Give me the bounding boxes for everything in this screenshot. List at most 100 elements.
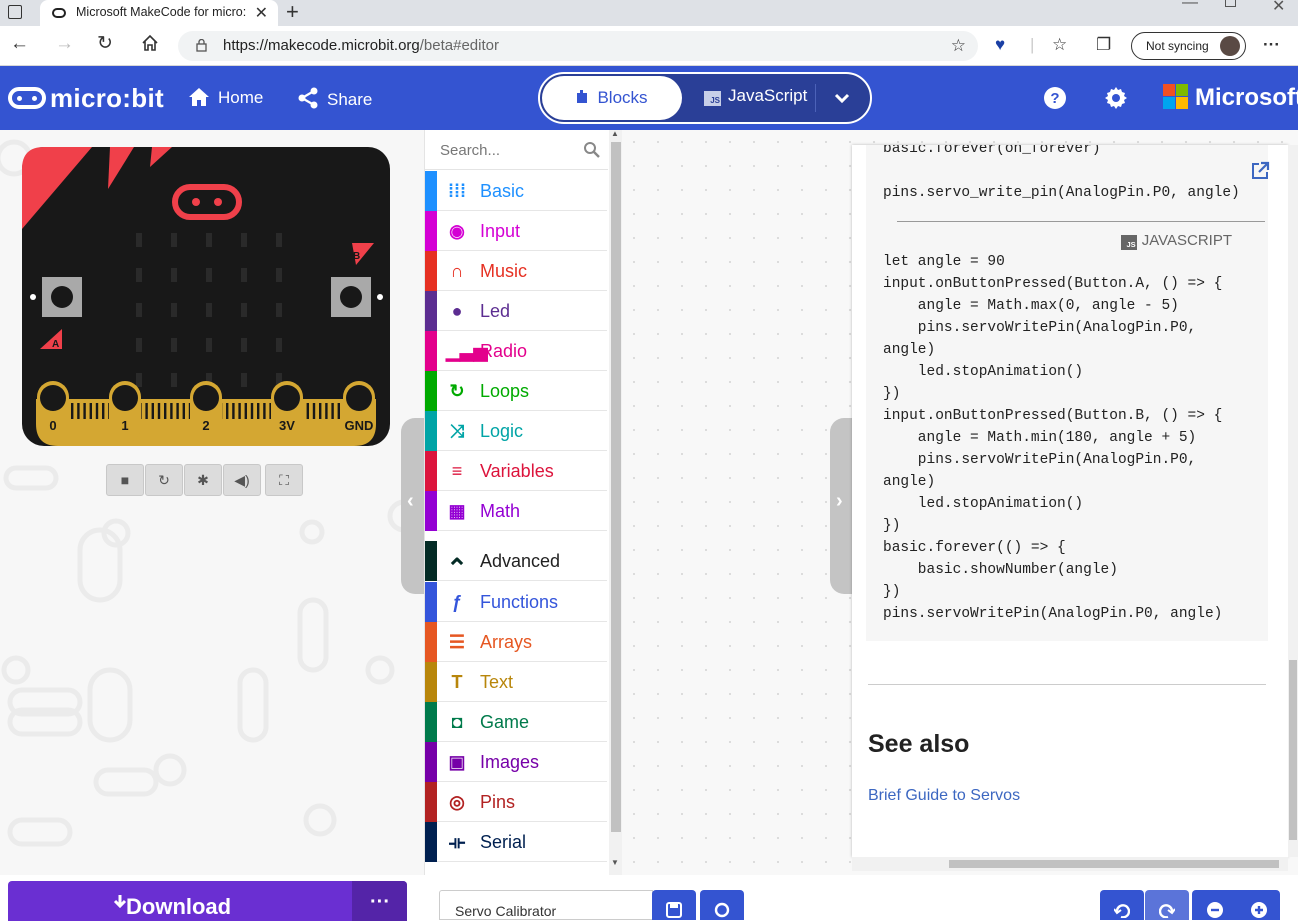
home-icon: [189, 88, 209, 106]
home-button[interactable]: Home: [188, 87, 263, 108]
toolbox-category-led[interactable]: ● Led: [425, 291, 607, 331]
category-label: Pins: [480, 792, 516, 812]
zoom-out-icon[interactable]: [1206, 901, 1224, 919]
window-menu-icon[interactable]: [8, 5, 22, 19]
gear-icon[interactable]: [1104, 86, 1128, 110]
toolbox-category-functions[interactable]: ƒ Functions: [425, 582, 607, 622]
add-favorite-icon[interactable]: ☆: [951, 36, 966, 56]
toolbox-category-game[interactable]: ◘ Game: [425, 702, 607, 742]
category-color-bar: [425, 171, 437, 211]
javascript-tab[interactable]: JS JavaScript: [704, 86, 807, 106]
pin-hole: [40, 385, 66, 411]
grid-icon: ⁞⁞⁞: [448, 181, 466, 201]
redo-button[interactable]: [1145, 890, 1189, 920]
help-icon[interactable]: ?: [1043, 86, 1067, 110]
save-button[interactable]: [652, 890, 696, 920]
expand-help-button[interactable]: ›: [830, 418, 854, 594]
toolbox-scrollbar[interactable]: ▲ ▼: [609, 129, 623, 875]
toolbox-category-basic[interactable]: ⁞⁞⁞ Basic: [425, 171, 607, 211]
help-vertical-scrollbar[interactable]: [1288, 145, 1298, 857]
toolbox-category-music[interactable]: ∩ Music: [425, 251, 607, 291]
led: [241, 303, 247, 317]
scroll-down-icon[interactable]: ▼: [611, 858, 619, 867]
servo-guide-link[interactable]: Brief Guide to Servos: [868, 787, 1020, 805]
back-icon[interactable]: ←: [10, 34, 29, 54]
microbit-board[interactable]: A B 0 1 2 3V GND: [22, 147, 390, 446]
scroll-up-icon[interactable]: ▲: [611, 129, 619, 138]
target-icon: ◉: [449, 221, 465, 241]
connector-tooth: [331, 403, 334, 419]
javascript-label: JS JAVASCRIPT: [1120, 232, 1232, 250]
speaker-icon: ◀): [234, 472, 250, 488]
window-close-icon[interactable]: ✕: [1272, 0, 1285, 16]
mute-button[interactable]: ◀): [223, 464, 261, 496]
project-name-input[interactable]: Servo Calibrator: [439, 890, 653, 920]
ms-square-green: [1176, 84, 1188, 96]
scrollbar-thumb[interactable]: [949, 860, 1279, 868]
toolbox-category-variables[interactable]: ≡ Variables: [425, 451, 607, 491]
toolbox-search-input[interactable]: Search...: [425, 130, 608, 170]
chevron-right-icon: ›: [836, 490, 843, 512]
zoom-in-icon[interactable]: [1250, 901, 1268, 919]
maximize-icon[interactable]: [1225, 0, 1236, 7]
undo-button[interactable]: [1100, 890, 1144, 920]
download-button[interactable]: Download ···: [8, 881, 407, 921]
led: [206, 303, 212, 317]
favorites-icon[interactable]: ☆: [1052, 35, 1067, 55]
code-line: let angle = 90: [883, 254, 1005, 270]
help-horizontal-scrollbar[interactable]: [852, 857, 1288, 871]
more-options-icon[interactable]: ···: [1263, 35, 1280, 55]
close-tab-icon[interactable]: ✕: [255, 3, 268, 23]
toolbox-category-arrays[interactable]: ☰ Arrays: [425, 622, 607, 662]
toolbox-category-advanced[interactable]: ⌃ Advanced: [425, 541, 607, 581]
calculator-icon: ▦: [448, 501, 466, 521]
toolbox-category-logic[interactable]: ⤨ Logic: [425, 411, 607, 451]
github-button[interactable]: [700, 890, 744, 920]
download-more-button[interactable]: ···: [352, 881, 407, 921]
category-label: Functions: [480, 592, 559, 612]
collapse-simulator-button[interactable]: ‹: [401, 418, 425, 594]
url-field[interactable]: https://makecode.microbit.org/beta#edito…: [178, 31, 978, 61]
toolbox-category-text[interactable]: T Text: [425, 662, 607, 702]
connector-tooth: [250, 403, 254, 419]
save-icon: [666, 902, 682, 918]
browser-tab[interactable]: Microsoft MakeCode for micro:bit ✕: [40, 0, 278, 26]
scrollbar-thumb[interactable]: [611, 142, 621, 832]
stop-button[interactable]: ■: [106, 464, 144, 496]
microbit-logo-icon: [8, 87, 46, 109]
toolbox-category-math[interactable]: ▦ Math: [425, 491, 607, 531]
fullscreen-button[interactable]: ⛶: [265, 464, 303, 496]
forward-icon[interactable]: →: [55, 34, 74, 54]
bug-icon: ✱: [197, 472, 209, 488]
led: [136, 268, 142, 282]
refresh-icon[interactable]: ↻: [97, 34, 113, 54]
pin-hole: [193, 385, 219, 411]
collections-icon[interactable]: ❐: [1096, 35, 1111, 55]
chevron-down-icon[interactable]: [834, 87, 850, 108]
zoom-controls: [1192, 890, 1280, 920]
browser-essentials-icon[interactable]: ♥: [995, 35, 1005, 55]
connector-tooth: [226, 403, 229, 419]
toolbox-category-radio[interactable]: ▁▃▅ Radio: [425, 331, 607, 371]
toolbox-category-serial[interactable]: ⟛ Serial: [425, 822, 607, 862]
toolbox-category-input[interactable]: ◉ Input: [425, 211, 607, 251]
pin-label-gnd: GND: [345, 418, 374, 433]
minimize-icon[interactable]: —: [1182, 0, 1198, 12]
profile-sync-button[interactable]: Not syncing: [1131, 32, 1246, 60]
blocks-tab[interactable]: Blocks: [542, 76, 682, 120]
debug-button[interactable]: ✱: [184, 464, 222, 496]
category-color-bar: [425, 742, 437, 782]
home-icon[interactable]: [141, 34, 159, 57]
external-link-icon[interactable]: [1250, 161, 1270, 181]
category-label: Input: [480, 221, 521, 241]
led: [241, 338, 247, 352]
restart-button[interactable]: ↻: [145, 464, 183, 496]
pin-hole: [112, 385, 138, 411]
toolbox-category-pins[interactable]: ◎ Pins: [425, 782, 607, 822]
new-tab-icon[interactable]: +: [286, 0, 299, 25]
toolbox-category-images[interactable]: ▣ Images: [425, 742, 607, 782]
category-label: Arrays: [480, 632, 533, 652]
share-button[interactable]: Share: [297, 87, 372, 110]
scrollbar-thumb[interactable]: [1289, 660, 1297, 840]
toolbox-category-loops[interactable]: ↻ Loops: [425, 371, 607, 411]
